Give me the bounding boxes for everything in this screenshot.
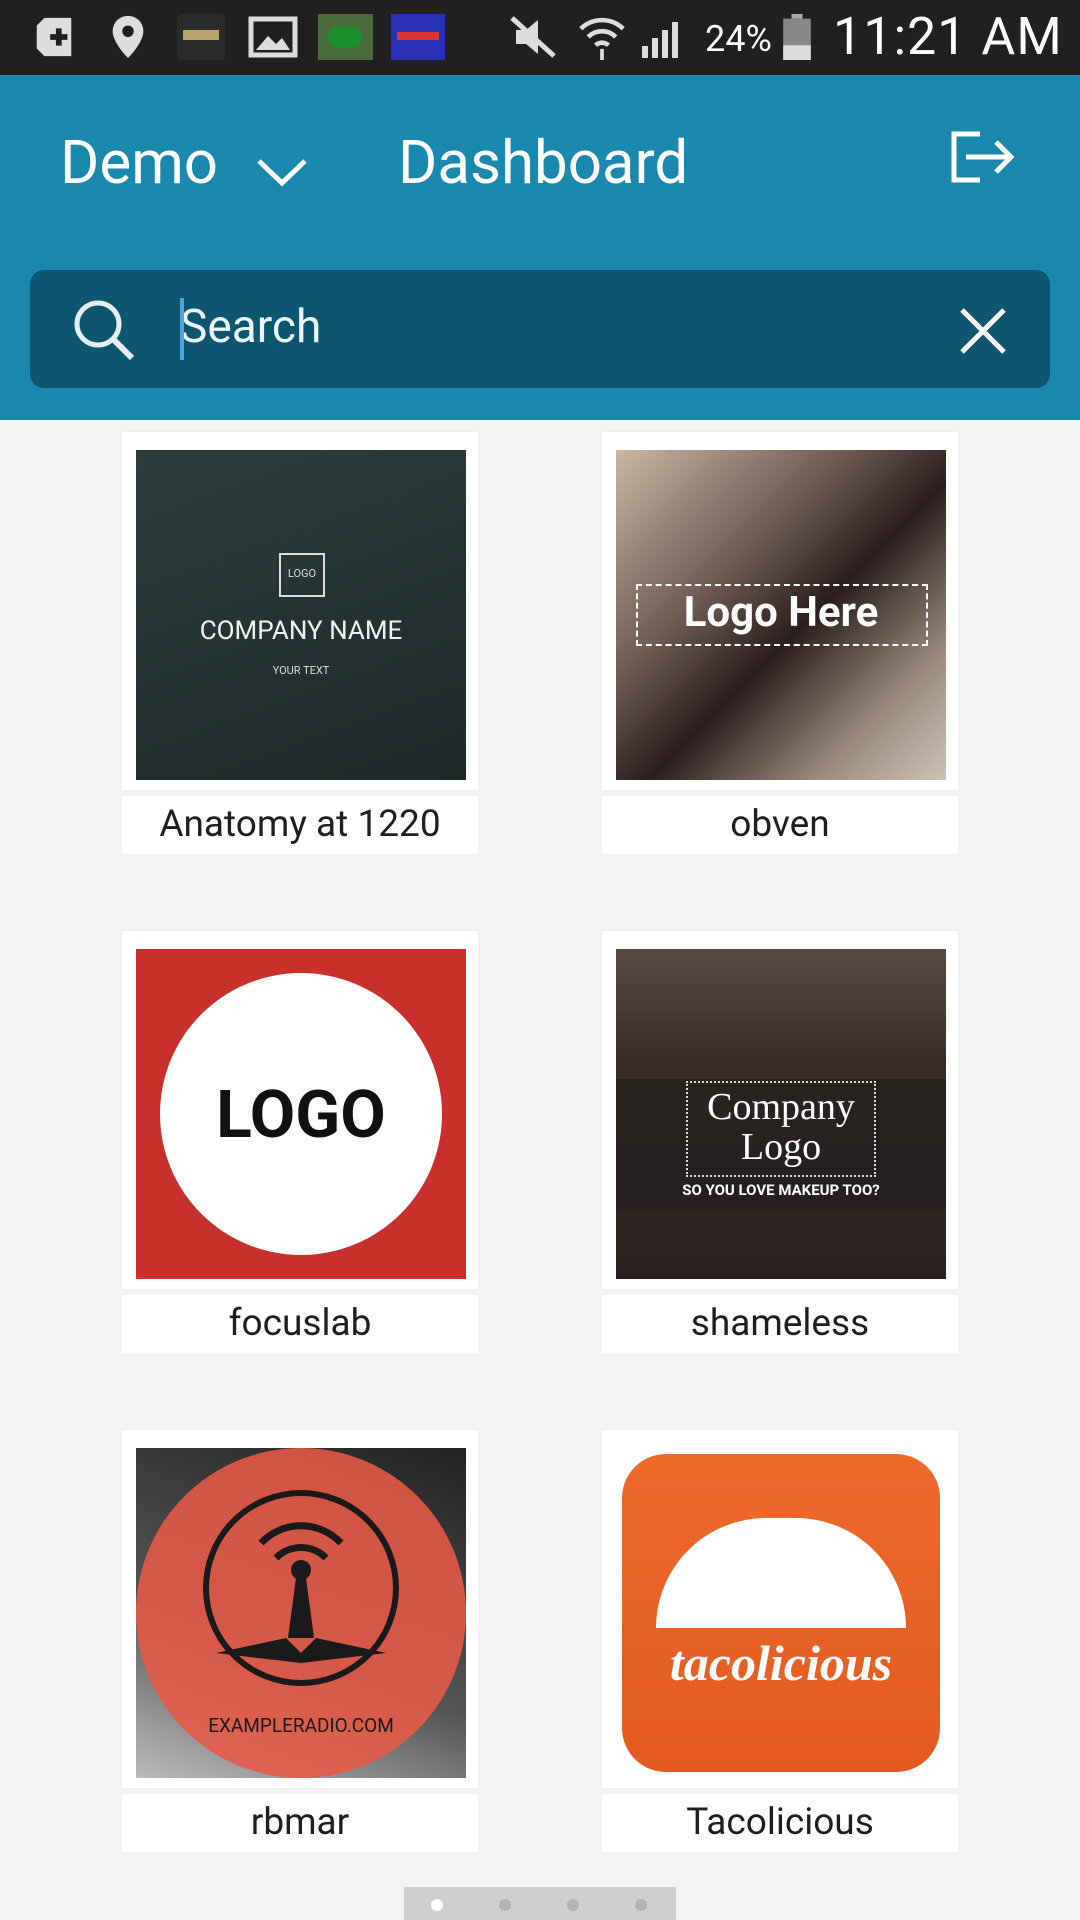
motorcycle-app-icon (318, 14, 373, 60)
project-card[interactable]: LOGO COMPANY NAME YOUR TEXT (122, 432, 478, 790)
battery-percent: 24% (705, 18, 772, 60)
logo-text: LOGO (216, 1077, 386, 1154)
location-pin-icon (112, 15, 144, 59)
image-icon (248, 16, 298, 58)
logout-icon[interactable] (950, 130, 1016, 184)
project-card[interactable]: Logo Here (602, 432, 958, 790)
company-name-text: COMPANY NAME (199, 616, 403, 646)
org-name: Demo (60, 127, 219, 198)
brand-text: tacolicious (669, 1635, 893, 1691)
page-dot[interactable] (567, 1899, 579, 1911)
card-label[interactable]: Tacolicious (602, 1794, 958, 1852)
card-label[interactable]: obven (602, 796, 958, 854)
tagline-text: SO YOU LOVE MAKEUP TOO? (682, 1181, 880, 1199)
text-caret (180, 298, 184, 360)
logo-box-text: LOGO (287, 567, 317, 580)
clear-search-icon[interactable] (958, 306, 1008, 356)
logo-here-text: Logo Here (683, 588, 879, 637)
app-header: Demo Dashboard Search (0, 75, 1080, 420)
card-thumbnail: LOGO (136, 949, 466, 1279)
signal-icon (642, 22, 678, 58)
card-label[interactable]: Anatomy at 1220 (122, 796, 478, 854)
card-thumbnail: LOGO COMPANY NAME YOUR TEXT (136, 450, 466, 780)
card-thumbnail: Company Logo SO YOU LOVE MAKEUP TOO? (616, 949, 946, 1279)
add-box-icon (36, 17, 72, 57)
project-card[interactable]: tacolicious (602, 1430, 958, 1788)
bootcamp-app-icon (391, 14, 445, 60)
search-icon (74, 300, 135, 361)
radio-tower-icon (203, 1490, 399, 1686)
company-text: Company (707, 1086, 855, 1128)
clock: 11:21 AM (833, 6, 1063, 67)
century21-app-icon (177, 14, 225, 60)
search-bar[interactable]: Search (30, 270, 1050, 388)
your-text: YOUR TEXT (272, 664, 330, 677)
search-input[interactable]: Search (180, 300, 321, 354)
status-bar: 24% 11:21 AM (0, 0, 1080, 75)
card-label[interactable]: shameless (602, 1295, 958, 1353)
page-dot-active[interactable] (431, 1899, 443, 1911)
wifi-icon (579, 17, 625, 60)
page-dot[interactable] (499, 1899, 511, 1911)
card-thumbnail: Logo Here (616, 450, 946, 780)
chevron-down-icon (257, 159, 307, 187)
card-label[interactable]: focuslab (122, 1295, 478, 1353)
battery-icon (783, 14, 811, 60)
project-card[interactable]: EXAMPLERADIO.COM (122, 1430, 478, 1788)
project-card[interactable]: Company Logo SO YOU LOVE MAKEUP TOO? (602, 931, 958, 1289)
card-thumbnail: tacolicious (616, 1448, 946, 1778)
org-switcher[interactable]: Demo (60, 127, 320, 207)
page-title: Dashboard (398, 127, 689, 198)
mute-icon (510, 16, 556, 58)
radio-url-text: EXAMPLERADIO.COM (208, 1714, 394, 1737)
card-label[interactable]: rbmar (122, 1794, 478, 1852)
card-thumbnail: EXAMPLERADIO.COM (136, 1448, 466, 1778)
page-indicator (404, 1887, 676, 1920)
page-dot[interactable] (635, 1899, 647, 1911)
project-card[interactable]: LOGO (122, 931, 478, 1289)
logo-text: Logo (740, 1126, 822, 1168)
